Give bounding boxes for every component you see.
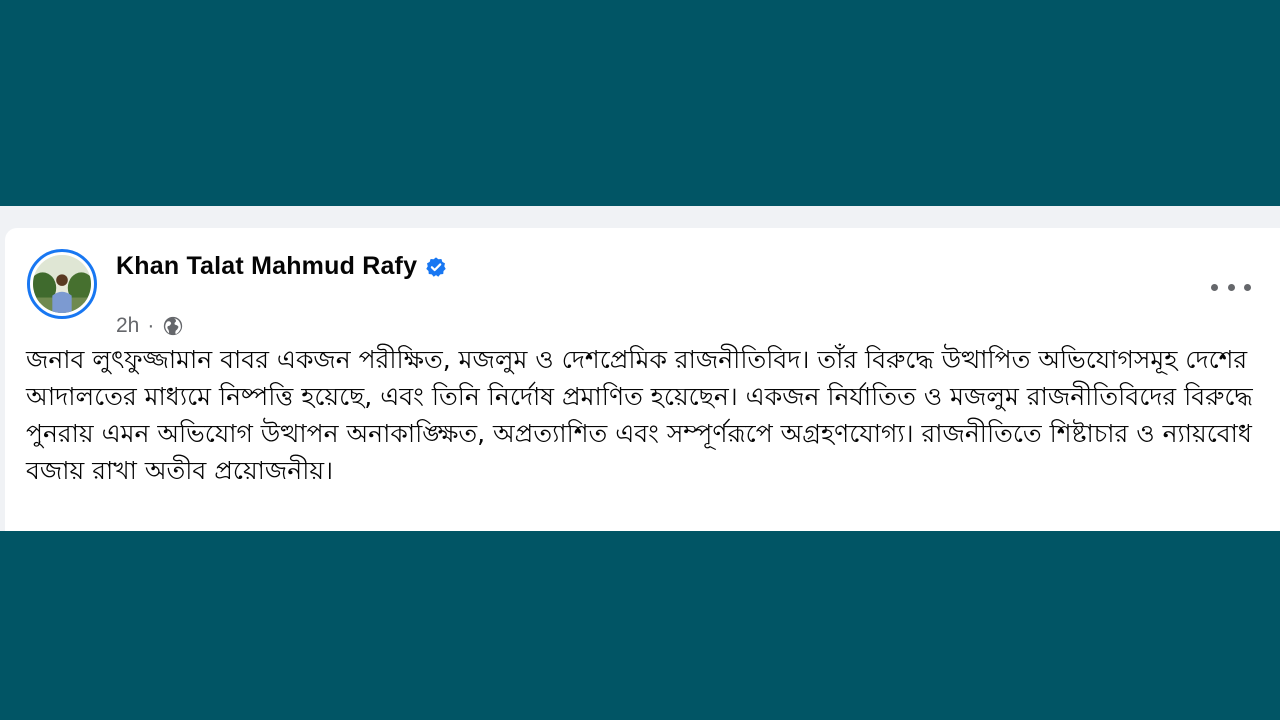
more-dot [1244, 283, 1251, 291]
avatar-photo [33, 255, 91, 313]
author-name[interactable]: Khan Talat Mahmud Rafy [116, 252, 417, 281]
more-options-icon[interactable] [1211, 280, 1251, 294]
more-dot [1211, 283, 1218, 291]
post-card: Khan Talat Mahmud Rafy 2h · জনাব লুৎফুজ্… [5, 228, 1280, 531]
meta-separator: · [147, 314, 155, 337]
post-meta: 2h · [116, 314, 184, 338]
verified-badge-icon [426, 256, 446, 277]
globe-icon[interactable] [162, 315, 184, 337]
post-author: Khan Talat Mahmud Rafy [116, 252, 447, 281]
author-avatar[interactable] [27, 249, 97, 319]
post-band: Khan Talat Mahmud Rafy 2h · জনাব লুৎফুজ্… [0, 206, 1280, 531]
more-dot [1227, 283, 1235, 291]
post-timestamp[interactable]: 2h [116, 314, 139, 338]
post-body-text: জনাব লুৎফুজ্জামান বাবর একজন পরীক্ষিত, মজ… [26, 345, 1253, 485]
